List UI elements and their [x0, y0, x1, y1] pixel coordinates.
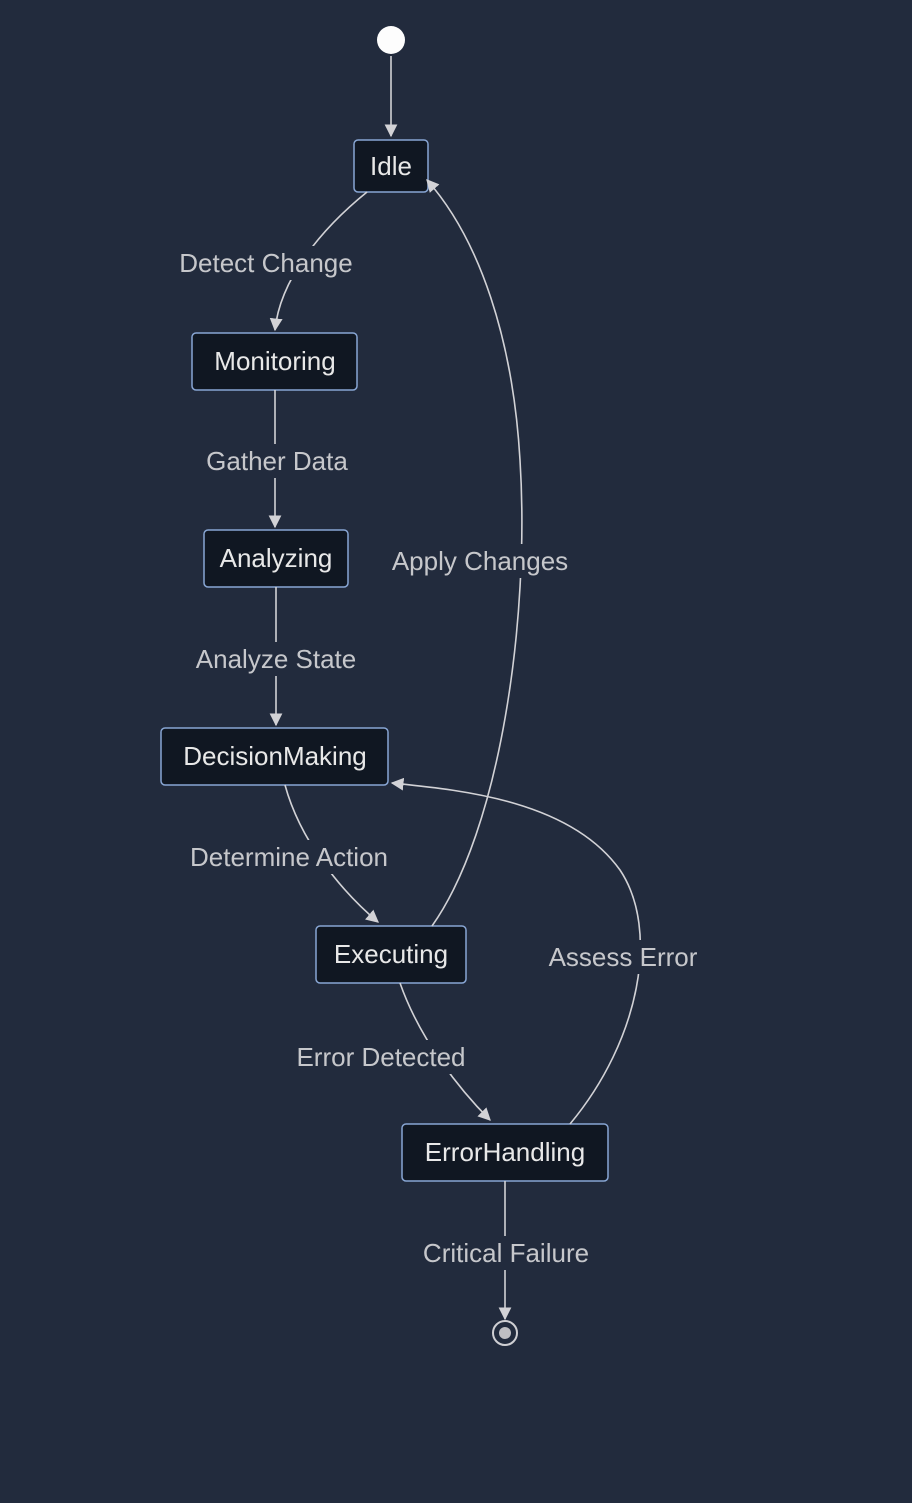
edge-label-assess-error: Assess Error	[549, 942, 698, 972]
state-analyzing-label: Analyzing	[220, 543, 333, 573]
edge-label-analyze-state: Analyze State	[196, 644, 356, 674]
state-idle-label: Idle	[370, 151, 412, 181]
state-monitoring-label: Monitoring	[214, 346, 335, 376]
edge-label-detect-change: Detect Change	[179, 248, 352, 278]
edge-label-apply-changes: Apply Changes	[392, 546, 568, 576]
edge-label-error-detected: Error Detected	[296, 1042, 465, 1072]
state-diagram: Idle Detect Change Monitoring Gather Dat…	[0, 0, 912, 1503]
edge-label-determine-action: Determine Action	[190, 842, 388, 872]
end-node-dot	[499, 1327, 511, 1339]
state-decision-making-label: DecisionMaking	[183, 741, 367, 771]
state-error-handling-label: ErrorHandling	[425, 1137, 585, 1167]
edge-label-critical-failure: Critical Failure	[423, 1238, 589, 1268]
edge-label-gather-data: Gather Data	[206, 446, 348, 476]
start-node	[377, 26, 405, 54]
state-executing-label: Executing	[334, 939, 448, 969]
